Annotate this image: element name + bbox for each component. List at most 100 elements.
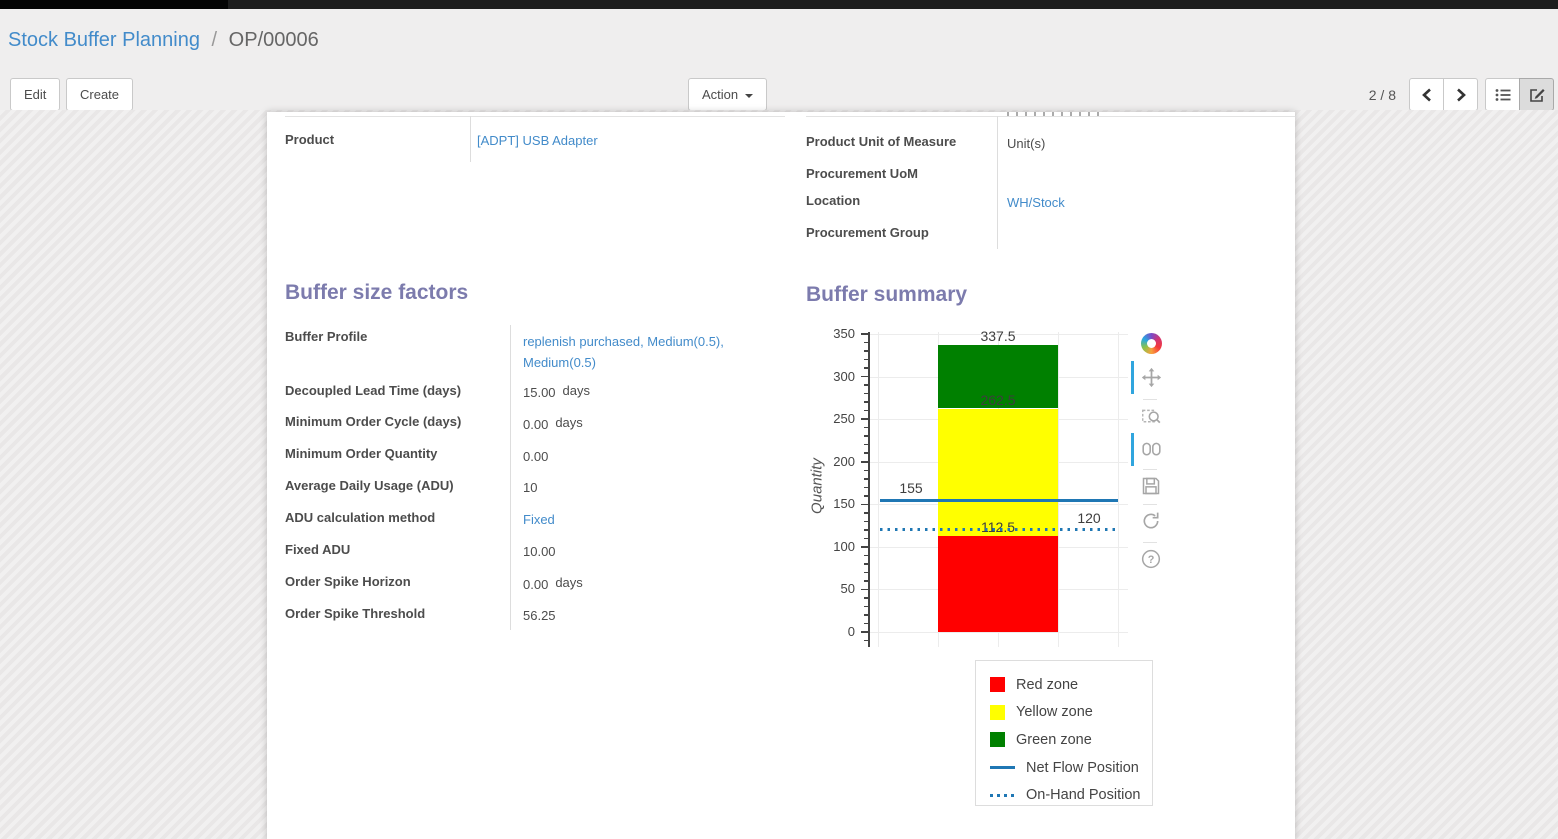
compare-hover-button[interactable] [1139,437,1163,461]
legend-item-yellow-zone[interactable]: Yellow zone [990,699,1152,727]
modebar-separator [1143,399,1157,400]
chart-legend: Red zone Yellow zone Green zone Net Flow Po… [975,660,1153,806]
compare-hover-icon [1141,439,1162,460]
reset-axes-button[interactable] [1139,509,1163,533]
y-major-tick [861,546,868,548]
y-major-tick [861,333,868,335]
plotly-logo-button[interactable] [1139,331,1163,355]
legend-label: Net Flow Position [1026,760,1139,776]
legend-swatch-square [990,705,1005,720]
line-label: 120 [1067,510,1111,526]
y-minor-tick [864,470,868,472]
y-minor-tick [864,367,868,369]
y-minor-tick [864,401,868,403]
y-minor-tick [864,384,868,386]
y-tick-label: 100 [807,539,855,554]
action-label: Action [702,87,738,102]
legend-item-on-hand-position[interactable]: On-Hand Position [990,781,1152,809]
y-tick-label: 250 [807,411,855,426]
pager-counter: 2 / 8 [1352,87,1396,103]
top-nav-strip [0,0,1558,9]
grid-line-vertical [1118,332,1119,647]
breadcrumb-current: OP/00006 [229,29,319,51]
svg-text:?: ? [1148,554,1155,566]
reset-axes-icon [1141,511,1161,531]
chevron-down-icon [745,94,753,98]
legend-swatch-dotted [990,794,1015,797]
y-minor-tick [864,597,868,599]
y-minor-tick [864,512,868,514]
box-zoom-button[interactable] [1139,404,1163,428]
y-axis-title: Quantity [809,458,826,514]
save-icon [1141,476,1161,496]
y-minor-tick [864,606,868,608]
pager-next-button[interactable] [1443,78,1478,111]
y-major-tick [861,376,868,378]
y-minor-tick [864,427,868,429]
legend-swatch-square [990,677,1005,692]
breadcrumb-parent-link[interactable]: Stock Buffer Planning [8,29,200,51]
y-minor-tick [864,342,868,344]
breadcrumb-separator: / [212,29,218,51]
modebar-active-indicator [1131,361,1134,394]
line-net-flow-position [880,499,1118,502]
legend-item-net-flow-position[interactable]: Net Flow Position [990,754,1152,782]
pan-icon [1141,367,1162,388]
modebar-separator [1143,542,1157,543]
modebar-separator [1143,504,1157,505]
pan-button[interactable] [1139,365,1163,389]
edit-form-icon [1529,87,1545,103]
y-minor-tick [864,452,868,454]
y-major-tick [861,631,868,633]
y-minor-tick [864,563,868,565]
y-minor-tick [864,555,868,557]
breadcrumb: Stock Buffer Planning / OP/00006 [8,29,319,52]
pager-nav [1409,78,1478,111]
grid-line-vertical [1058,332,1059,647]
y-minor-tick [864,495,868,497]
legend-label: Yellow zone [1016,704,1093,720]
top-nav-strip-left [0,0,228,9]
form-sheet: Product [ADPT] USB Adapter Product Unit … [267,112,1295,839]
y-tick-label: 350 [807,326,855,341]
y-minor-tick [864,623,868,625]
list-icon [1495,88,1511,102]
y-minor-tick [864,393,868,395]
save-button[interactable] [1139,474,1163,498]
chevron-right-icon [1455,88,1467,102]
y-minor-tick [864,640,868,642]
help-icon: ? [1141,549,1161,569]
legend-swatch-square [990,732,1005,747]
y-minor-tick [864,614,868,616]
list-view-button[interactable] [1485,78,1520,111]
grid-line-horizontal [868,632,1128,633]
chevron-left-icon [1421,88,1433,102]
zone-red-zone [938,536,1058,632]
legend-item-red-zone[interactable]: Red zone [990,671,1152,699]
y-major-tick [861,418,868,420]
y-axis-line [868,332,870,647]
line-label: 155 [889,480,933,496]
box-zoom-icon [1141,406,1162,427]
modebar-active-indicator [1131,433,1134,466]
legend-label: On-Hand Position [1026,787,1140,803]
y-tick-label: 300 [807,369,855,384]
action-dropdown-button[interactable]: Action [688,78,767,111]
y-minor-tick [864,572,868,574]
form-view-button[interactable] [1519,78,1554,111]
legend-item-green-zone[interactable]: Green zone [990,726,1152,754]
pager-previous-button[interactable] [1409,78,1444,111]
edit-button[interactable]: Edit [10,78,60,111]
legend-label: Red zone [1016,677,1078,693]
y-major-tick [861,589,868,591]
y-minor-tick [864,580,868,582]
zone-top-label: 112.5 [938,519,1058,535]
y-major-tick [861,504,868,506]
y-minor-tick [864,529,868,531]
legend-swatch-line [990,766,1015,769]
zone-top-label: 337.5 [938,328,1058,344]
help-button[interactable]: ? [1139,547,1163,571]
create-button[interactable]: Create [66,78,133,111]
y-minor-tick [864,435,868,437]
view-switcher [1485,78,1554,111]
